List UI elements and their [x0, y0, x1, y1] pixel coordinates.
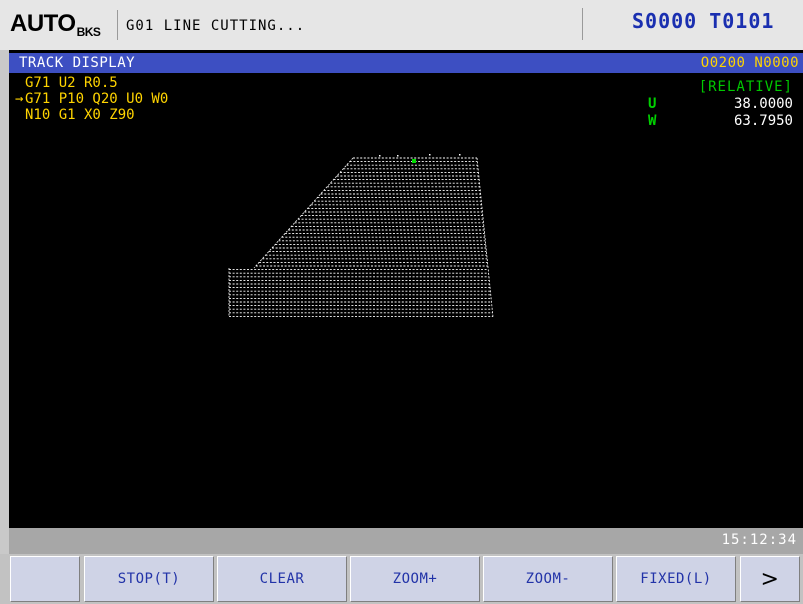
next-page-key[interactable]: >: [740, 556, 800, 602]
track-lines: [228, 154, 494, 318]
top-status-bar: AUTOBKS G01 LINE CUTTING... S0000 T0101: [0, 0, 803, 50]
track-dot: [379, 155, 381, 157]
operation-status: G01 LINE CUTTING...: [126, 18, 306, 34]
mode-sub-label: BKS: [76, 25, 101, 39]
clear-track-key[interactable]: CLEAR: [217, 556, 347, 602]
bottom-status-bar: 15:12:34: [9, 528, 803, 554]
track-dot: [397, 155, 399, 157]
fixed-view-key[interactable]: FIXED(L): [616, 556, 736, 602]
stop-track-key[interactable]: STOP(T): [84, 556, 214, 602]
zoom-in-key[interactable]: ZOOM+: [350, 556, 480, 602]
clock: 15:12:34: [721, 532, 797, 548]
divider: [117, 10, 118, 40]
profile-edge: [476, 157, 494, 318]
spindle-tool-display: S0000 T0101: [632, 9, 774, 33]
track-dot: [429, 154, 431, 156]
softkey-blank[interactable]: [10, 556, 80, 602]
tool-path-track: [228, 154, 494, 318]
track-dot: [459, 154, 461, 156]
tool-position-marker: [412, 159, 416, 163]
tool-value: T0101: [709, 9, 775, 33]
zoom-out-key[interactable]: ZOOM-: [483, 556, 613, 602]
track-display-screen: TRACK DISPLAY O0200 N0000 G71 U2 R0.5 → G…: [9, 50, 803, 528]
spindle-value: S0000: [632, 9, 698, 33]
mode-indicator: AUTOBKS: [10, 10, 101, 39]
mode-label: AUTO: [10, 10, 76, 37]
softkey-bar: STOP(T) CLEAR ZOOM+ ZOOM- FIXED(L) >: [0, 554, 803, 604]
divider: [582, 8, 583, 40]
